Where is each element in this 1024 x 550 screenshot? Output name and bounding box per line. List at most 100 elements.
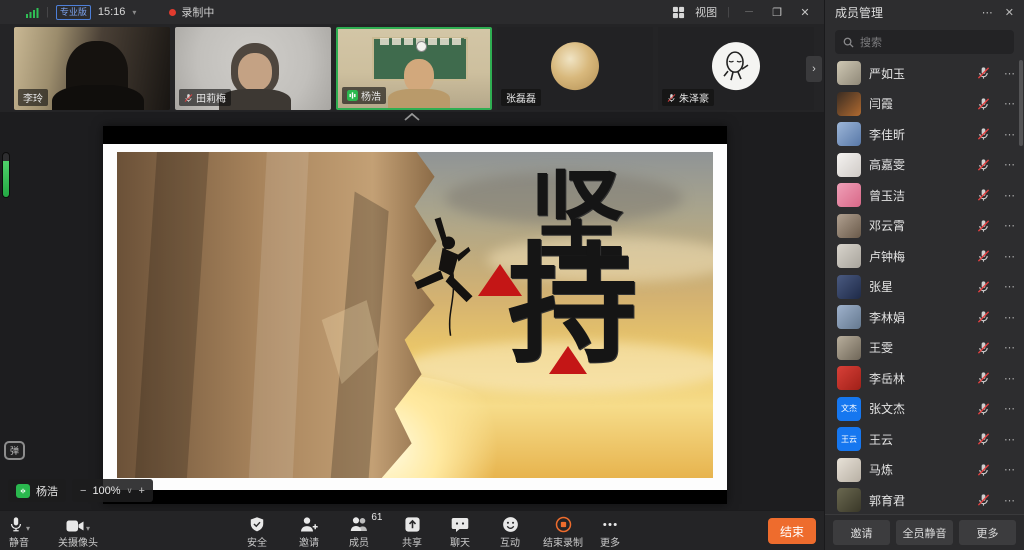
filmstrip-scroll-right-button[interactable]: › — [806, 56, 822, 82]
meeting-time: 15:16 — [98, 6, 126, 18]
presenter-overlay: 杨浩 − 100% ∨ + — [8, 479, 153, 502]
participant-video-active-speaker[interactable]: 杨浩 — [336, 27, 492, 110]
scrollbar[interactable] — [1019, 60, 1023, 146]
minimize-icon[interactable]: ─ — [740, 6, 758, 18]
member-row[interactable]: 李岳林 ⋯ — [825, 363, 1024, 394]
muted-mic-icon[interactable] — [977, 158, 990, 172]
more-button[interactable]: 更多 — [600, 514, 620, 549]
member-more-button[interactable]: ⋯ — [1004, 67, 1016, 80]
member-row[interactable]: 邓云霄 ⋯ — [825, 211, 1024, 242]
participant-video[interactable]: 张磊磊 — [497, 27, 653, 110]
member-search-input[interactable]: 搜索 — [835, 30, 1014, 54]
security-button[interactable]: 安全 — [247, 514, 267, 549]
member-name: 王云 — [869, 431, 969, 448]
mute-button[interactable]: ▾ 静音 — [8, 514, 30, 549]
muted-mic-icon[interactable] — [977, 463, 990, 477]
collapse-filmstrip-icon[interactable] — [403, 113, 421, 121]
member-row[interactable]: 王雯 ⋯ — [825, 333, 1024, 364]
stop-record-icon — [555, 516, 572, 533]
muted-mic-icon[interactable] — [977, 371, 990, 385]
muted-mic-icon[interactable] — [977, 402, 990, 416]
zoom-level[interactable]: 100% — [92, 485, 120, 497]
invite-footer-button[interactable]: 邀请 — [833, 520, 890, 545]
chat-button[interactable]: 聊天 — [450, 514, 470, 549]
muted-mic-icon[interactable] — [977, 249, 990, 263]
member-row[interactable]: 闫霞 ⋯ — [825, 89, 1024, 120]
view-button[interactable]: 视图 — [695, 4, 717, 20]
more-label: 更多 — [600, 534, 620, 549]
slide-letterbox — [103, 126, 727, 144]
muted-mic-icon[interactable] — [977, 341, 990, 355]
muted-mic-icon[interactable] — [977, 97, 990, 111]
chat-label: 聊天 — [450, 534, 470, 549]
member-count-badge: 61 — [371, 512, 382, 523]
footer-more-button[interactable]: 更多 — [959, 520, 1016, 545]
muted-mic-icon[interactable] — [977, 493, 990, 507]
member-row[interactable]: 李佳昕 ⋯ — [825, 119, 1024, 150]
member-more-button[interactable]: ⋯ — [1004, 189, 1016, 202]
member-more-button[interactable]: ⋯ — [1004, 128, 1016, 141]
camera-button[interactable]: ▾ 关摄像头 — [58, 514, 98, 549]
panel-close-icon[interactable]: ✕ — [1005, 6, 1014, 19]
member-more-button[interactable]: ⋯ — [1004, 372, 1016, 385]
muted-mic-icon[interactable] — [977, 280, 990, 294]
member-row[interactable]: 张星 ⋯ — [825, 272, 1024, 303]
danmu-toggle-button[interactable]: 弹 — [4, 441, 25, 460]
member-row[interactable]: 郭育君 ⋯ — [825, 485, 1024, 514]
member-row[interactable]: 高嘉雯 ⋯ — [825, 150, 1024, 181]
mute-all-button[interactable]: 全员静音 — [896, 520, 953, 545]
member-more-button[interactable]: ⋯ — [1004, 280, 1016, 293]
slide-background: 坚 持 — [103, 144, 727, 490]
member-more-button[interactable]: ⋯ — [1004, 402, 1016, 415]
end-meeting-button[interactable]: 结束 — [768, 518, 816, 544]
member-more-button[interactable]: ⋯ — [1004, 97, 1016, 110]
member-row[interactable]: 卢钟梅 ⋯ — [825, 241, 1024, 272]
zoom-in-button[interactable]: + — [138, 485, 144, 497]
zoom-dropdown-icon[interactable]: ∨ — [127, 486, 133, 495]
member-row[interactable]: 严如玉 ⋯ — [825, 58, 1024, 89]
member-more-button[interactable]: ⋯ — [1004, 250, 1016, 263]
member-row[interactable]: 曾玉洁 ⋯ — [825, 180, 1024, 211]
member-row[interactable]: 王云 王云 ⋯ — [825, 424, 1024, 455]
invite-button[interactable]: 邀请 — [299, 514, 319, 549]
member-name: 李佳昕 — [869, 126, 969, 143]
stop-recording-button[interactable]: 结束录制 — [543, 514, 583, 549]
member-list[interactable]: 严如玉 ⋯ 闫霞 ⋯ 李佳昕 ⋯ 高嘉雯 ⋯ — [825, 58, 1024, 514]
member-row[interactable]: 马炼 ⋯ — [825, 455, 1024, 486]
member-panel-header: 成员管理 ⋯ ✕ — [825, 0, 1024, 24]
muted-mic-icon[interactable] — [977, 127, 990, 141]
participant-video[interactable]: 朱泽豪 — [658, 27, 814, 110]
muted-mic-icon[interactable] — [977, 310, 990, 324]
presenter-audio-icon — [16, 484, 30, 498]
zoom-out-button[interactable]: − — [80, 485, 86, 497]
mic-dropdown-icon[interactable]: ▾ — [26, 524, 30, 533]
interact-button[interactable]: 互动 — [500, 514, 520, 549]
stop-record-label: 结束录制 — [543, 534, 583, 549]
time-dropdown-icon[interactable]: ▾ — [132, 8, 136, 17]
member-more-button[interactable]: ⋯ — [1004, 311, 1016, 324]
member-row[interactable]: 李林娟 ⋯ — [825, 302, 1024, 333]
muted-mic-icon[interactable] — [977, 188, 990, 202]
members-button[interactable]: 61 成员 — [349, 514, 369, 549]
member-more-button[interactable]: ⋯ — [1004, 463, 1016, 476]
share-screen-button[interactable]: 共享 — [402, 514, 422, 549]
member-more-button[interactable]: ⋯ — [1004, 341, 1016, 354]
participant-video[interactable]: 李玲 — [14, 27, 170, 110]
restore-icon[interactable]: ❐ — [768, 6, 786, 19]
view-grid-icon[interactable] — [672, 6, 685, 19]
muted-mic-icon[interactable] — [977, 66, 990, 80]
member-more-button[interactable]: ⋯ — [1004, 158, 1016, 171]
member-name: 李林娟 — [869, 309, 969, 326]
panel-more-icon[interactable]: ⋯ — [982, 6, 993, 19]
member-more-button[interactable]: ⋯ — [1004, 494, 1016, 507]
member-row[interactable]: 文杰 张文杰 ⋯ — [825, 394, 1024, 425]
close-icon[interactable]: ✕ — [796, 6, 814, 19]
volume-fill — [3, 161, 9, 197]
member-name: 邓云霄 — [869, 217, 969, 234]
camera-dropdown-icon[interactable]: ▾ — [86, 524, 90, 533]
muted-mic-icon[interactable] — [977, 219, 990, 233]
member-more-button[interactable]: ⋯ — [1004, 433, 1016, 446]
participant-video[interactable]: 田莉梅 — [175, 27, 331, 110]
muted-mic-icon[interactable] — [977, 432, 990, 446]
member-more-button[interactable]: ⋯ — [1004, 219, 1016, 232]
